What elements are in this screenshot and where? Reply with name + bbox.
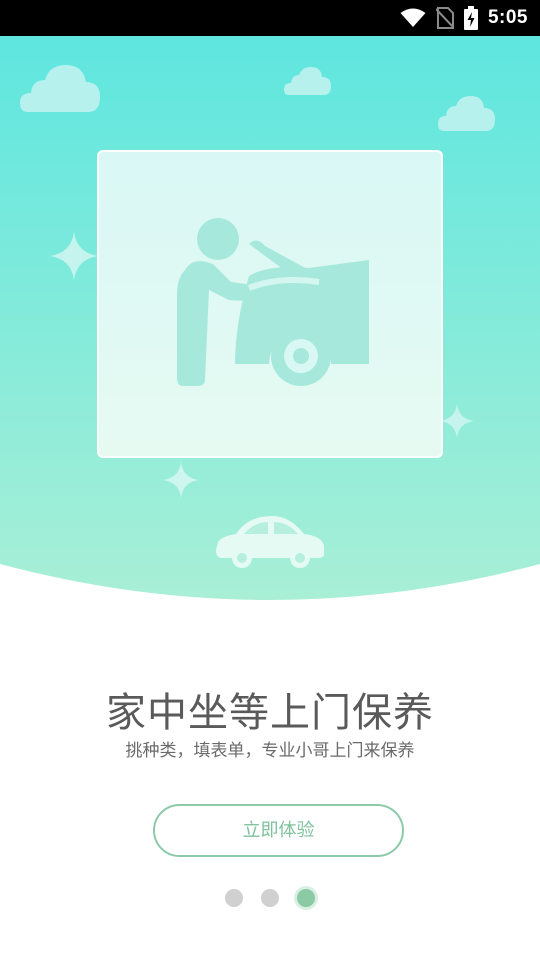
hero-illustration	[0, 36, 540, 616]
mechanic-repairing-car-icon	[177, 218, 369, 386]
battery-charging-icon	[463, 6, 478, 30]
page-dot-3-active	[297, 889, 315, 907]
cloud-icon	[438, 96, 495, 131]
sparkle-icon	[50, 232, 98, 280]
page-indicator	[0, 888, 540, 908]
wifi-icon	[400, 8, 426, 28]
cloud-icon	[284, 67, 331, 95]
no-sim-icon	[435, 7, 454, 29]
onboarding-subline: 挑种类，填表单，专业小哥上门来保养	[125, 741, 415, 761]
status-bar: 5:05	[0, 0, 540, 36]
status-icons: 5:05	[400, 0, 528, 36]
car-icon	[216, 516, 324, 568]
sparkle-icon	[163, 462, 199, 498]
illustration-card	[97, 150, 443, 458]
try-now-button[interactable]: 立即体验	[153, 804, 404, 857]
cloud-icon	[20, 65, 100, 112]
status-time: 5:05	[487, 7, 528, 28]
page-dot-1	[225, 889, 243, 907]
page-dot-2	[261, 889, 279, 907]
onboarding-headline: 家中坐等上门保养	[106, 690, 434, 736]
sparkle-icon	[440, 404, 474, 438]
